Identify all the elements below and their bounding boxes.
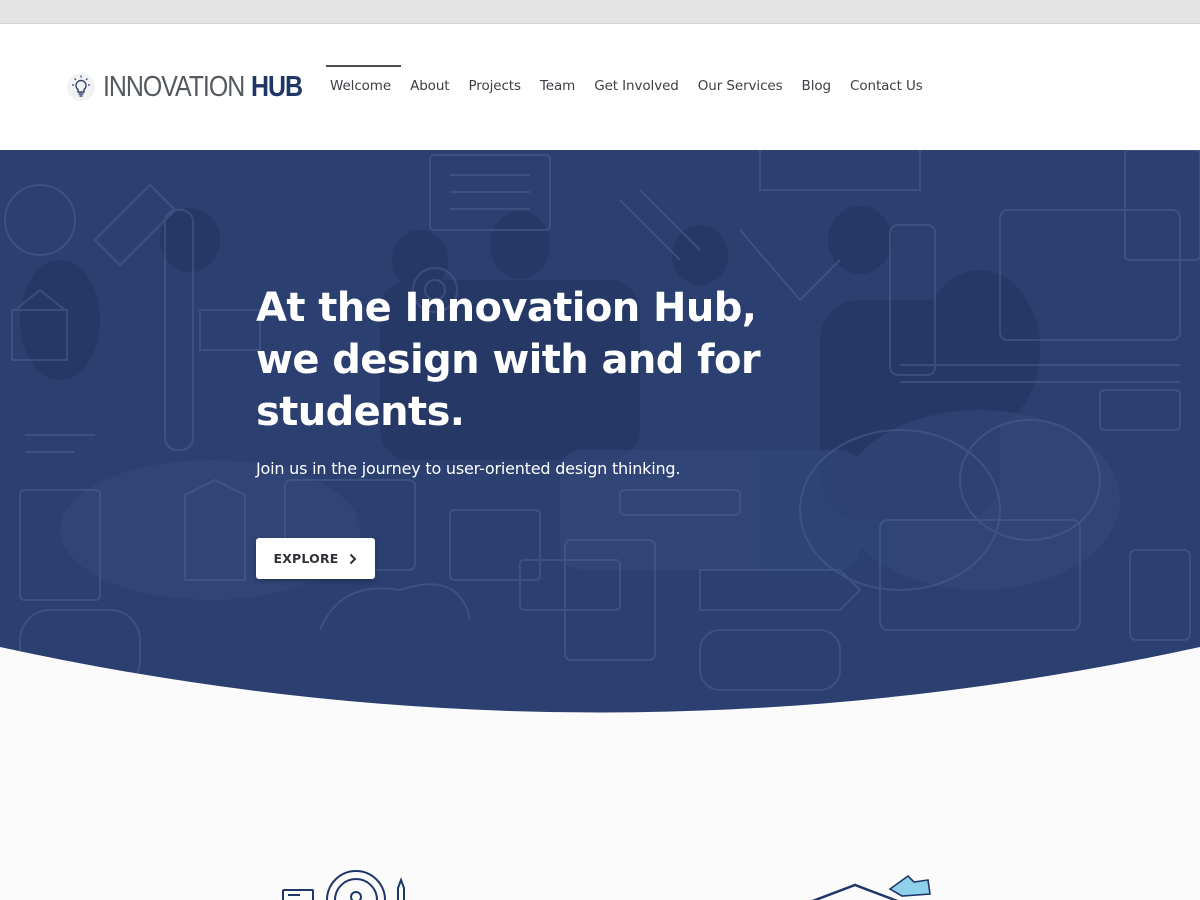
explore-button-label: EXPLORE [273,551,339,566]
site-header: INNOVATION HUB Welcome About Projects Tea… [0,24,1200,150]
nav-item-contact-us[interactable]: Contact Us [841,65,933,111]
logo-wordmark: INNOVATION HUB [103,71,303,103]
nav-item-get-involved[interactable]: Get Involved [585,65,689,111]
collaboration-illustration [811,874,931,900]
nav-item-about[interactable]: About [401,65,459,111]
logo-word-hub: HUB [251,71,303,103]
hero-title: At the Innovation Hub, we design with an… [256,285,761,435]
hero-content: At the Innovation Hub, we design with an… [256,282,816,478]
nav-item-projects[interactable]: Projects [459,65,530,111]
explore-button[interactable]: EXPLORE [256,538,375,579]
chevron-right-icon [349,553,356,564]
site-logo[interactable]: INNOVATION HUB [66,71,334,103]
logo-word-innovation: INNOVATION [103,71,245,103]
design-tools-illustration [282,870,405,900]
nav-item-our-services[interactable]: Our Services [688,65,792,111]
nav-item-welcome[interactable]: Welcome [326,65,401,111]
nav-item-blog[interactable]: Blog [792,65,840,111]
lightbulb-icon [67,73,95,101]
main-navigation: Welcome About Projects Team Get Involved… [326,65,932,111]
nav-item-team[interactable]: Team [530,65,584,111]
browser-top-bar [0,0,1200,24]
hero-subtitle: Join us in the journey to user-oriented … [256,459,681,478]
